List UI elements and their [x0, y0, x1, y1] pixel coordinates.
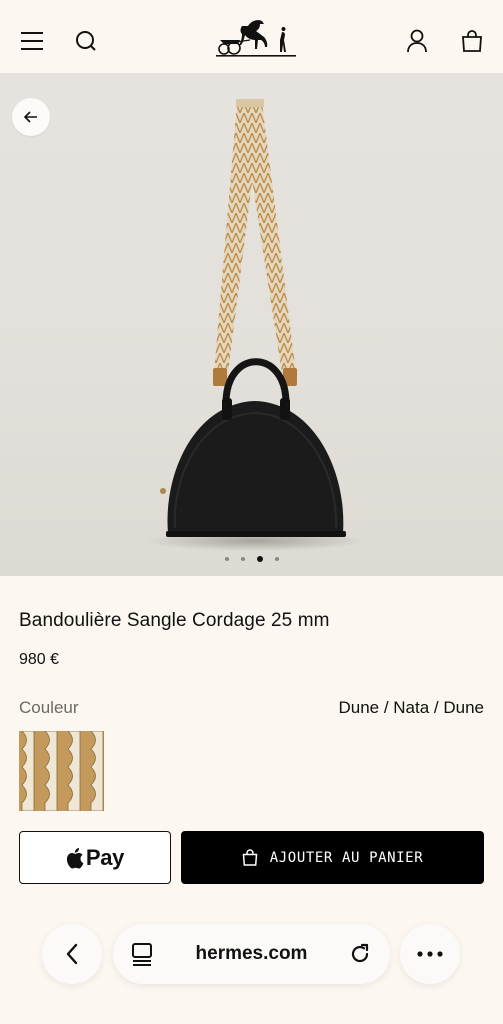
browser-back-button[interactable] [42, 924, 102, 984]
gallery-pagination [0, 556, 503, 562]
shopping-bag-icon [242, 849, 258, 866]
address-bar[interactable]: hermes.com [113, 924, 390, 984]
product-image-gallery[interactable] [0, 73, 503, 576]
apple-pay-button[interactable]: Pay [19, 831, 171, 884]
product-price: 980 € [19, 651, 60, 668]
search-icon[interactable] [69, 24, 103, 58]
add-to-cart-label: AJOUTER AU PANIER [269, 849, 424, 866]
gallery-dot-active[interactable] [256, 556, 263, 562]
gallery-dot[interactable] [274, 557, 279, 561]
color-value: Dune / Nata / Dune [338, 698, 484, 717]
shopping-bag-icon[interactable] [455, 24, 489, 58]
hermes-carriage-logo[interactable] [214, 18, 298, 60]
product-photo [145, 99, 365, 551]
color-label: Couleur [19, 698, 79, 717]
apple-pay-label: Pay [85, 844, 125, 870]
add-to-cart-button[interactable]: AJOUTER AU PANIER [181, 831, 484, 884]
product-title: Bandoulière Sangle Cordage 25 mm [19, 610, 330, 631]
reload-icon[interactable] [348, 942, 372, 971]
hamburger-menu-icon[interactable] [15, 24, 49, 58]
arrow-left-icon [24, 111, 37, 123]
gallery-dot[interactable] [224, 557, 229, 561]
more-options-button[interactable] [400, 924, 460, 984]
apple-icon [66, 847, 84, 868]
chevron-left-icon [66, 943, 78, 965]
gallery-dot[interactable] [240, 557, 245, 561]
more-dots-icon [417, 951, 443, 957]
browser-toolbar: hermes.com [0, 918, 503, 998]
gallery-back-button[interactable] [12, 98, 50, 136]
person-icon[interactable] [400, 24, 434, 58]
color-swatch[interactable] [19, 731, 104, 811]
top-header [0, 0, 503, 73]
